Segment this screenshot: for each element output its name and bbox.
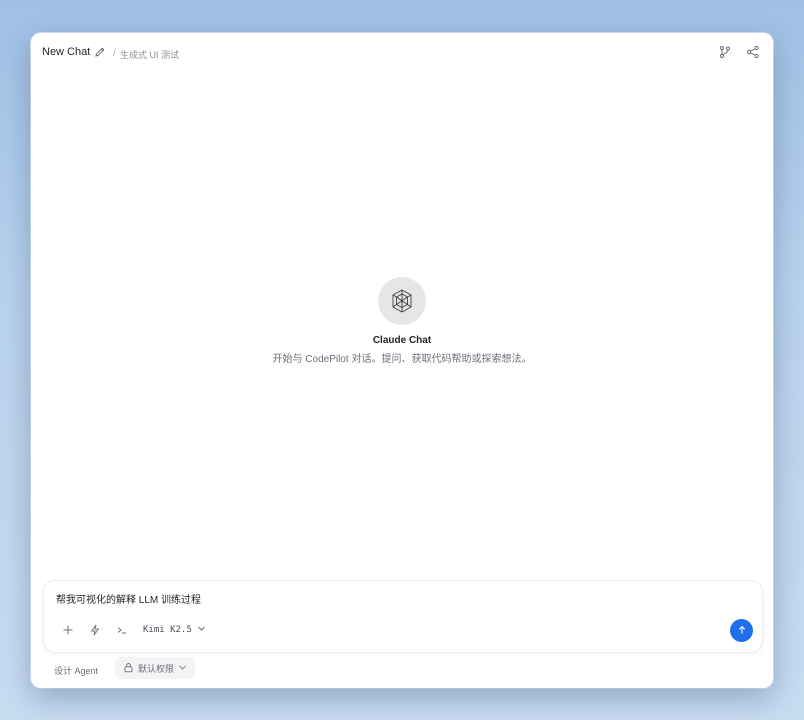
chevron-down-icon: [197, 624, 206, 636]
cube-network-icon: [378, 277, 426, 325]
header: New Chat / 生成式 UI 测试: [31, 33, 773, 73]
empty-state-subtitle: 开始与 CodePilot 对话。提问、获取代码帮助或探索想法。: [272, 354, 532, 365]
message-composer[interactable]: 帮我可视化的解释 LLM 训练过程 Kimi K2.5: [43, 580, 763, 653]
bolt-icon[interactable]: [88, 623, 102, 637]
model-selector[interactable]: Kimi K2.5: [143, 624, 206, 636]
plus-icon[interactable]: [61, 623, 75, 637]
share-icon[interactable]: [745, 44, 761, 60]
git-branch-icon[interactable]: [717, 44, 733, 60]
send-button[interactable]: [730, 619, 753, 642]
lock-icon: [123, 662, 134, 675]
chevron-down-icon: [178, 663, 187, 674]
edit-icon[interactable]: [94, 45, 106, 57]
message-input[interactable]: 帮我可视化的解释 LLM 训练过程: [56, 591, 201, 606]
arrow-up-icon: [737, 622, 747, 640]
chat-title[interactable]: New Chat: [42, 46, 90, 58]
project-name[interactable]: 生成式 UI 测试: [120, 48, 179, 61]
breadcrumb-separator: /: [113, 48, 116, 58]
permission-selector[interactable]: 默认权限: [115, 657, 196, 679]
terminal-icon[interactable]: [115, 623, 129, 637]
permission-label: 默认权限: [138, 663, 175, 674]
chat-window: New Chat / 生成式 UI 测试 Claude Chat 开始与 Cod…: [31, 33, 773, 688]
model-name: Kimi K2.5: [143, 625, 192, 635]
empty-state: Claude Chat 开始与 CodePilot 对话。提问、获取代码帮助或探…: [31, 277, 773, 365]
agent-mode-selector[interactable]: 设计 Agent: [54, 664, 98, 677]
empty-state-title: Claude Chat: [372, 335, 432, 346]
